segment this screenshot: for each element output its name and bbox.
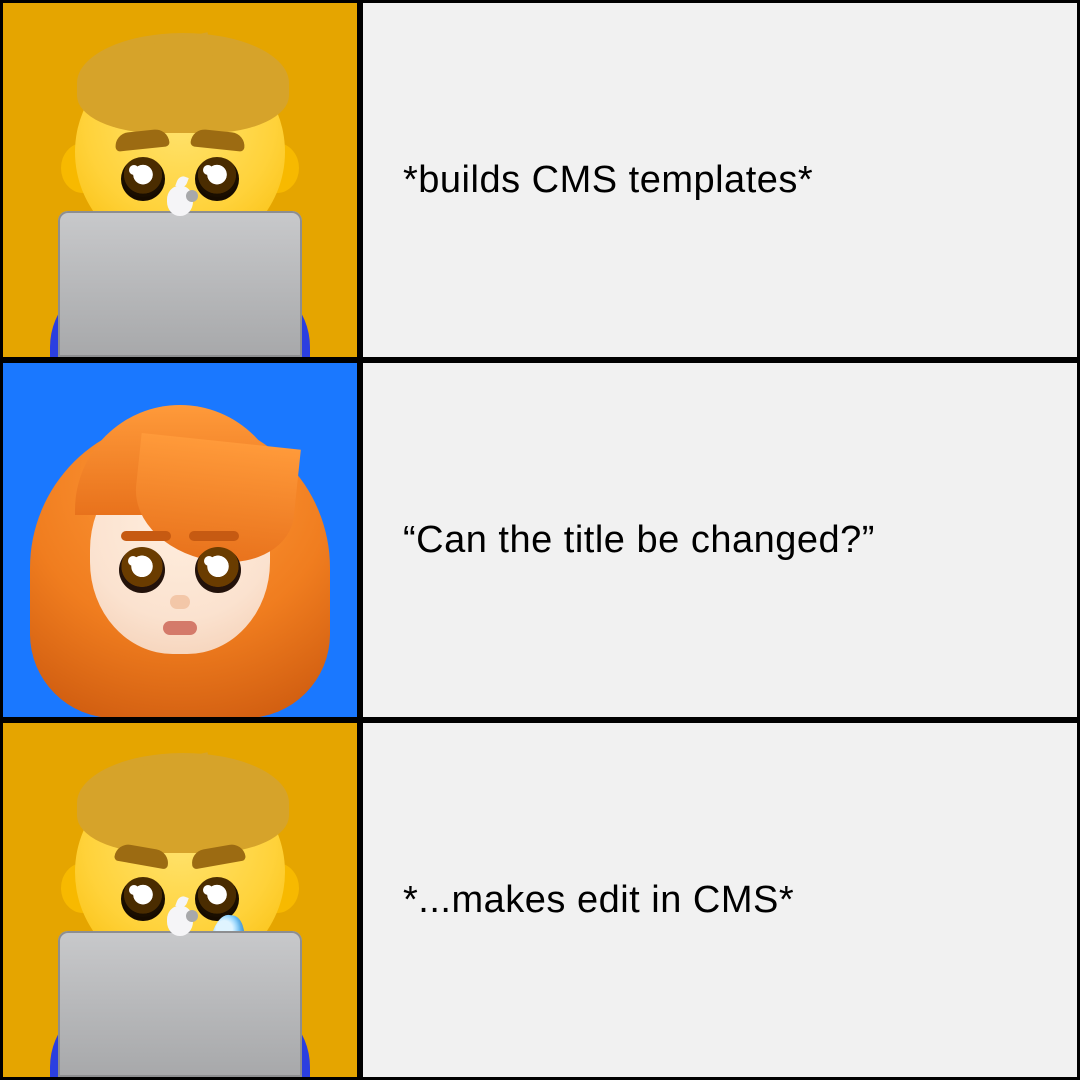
- man-technologist-crying-icon: [3, 723, 357, 1077]
- woman-red-hair-icon: [3, 363, 357, 717]
- panel-2-image: [0, 360, 360, 720]
- panel-1-image: [0, 0, 360, 360]
- panel-2-caption: “Can the title be changed?”: [403, 519, 875, 562]
- panel-3-image: [0, 720, 360, 1080]
- panel-3-caption: *...makes edit in CMS*: [403, 879, 794, 922]
- panel-2-text: “Can the title be changed?”: [360, 360, 1080, 720]
- panel-1-caption: *builds CMS templates*: [403, 159, 813, 202]
- panel-1-text: *builds CMS templates*: [360, 0, 1080, 360]
- meme-grid: *builds CMS templates* “Can the title be…: [0, 0, 1080, 1080]
- man-technologist-icon: [3, 3, 357, 357]
- panel-3-text: *...makes edit in CMS*: [360, 720, 1080, 1080]
